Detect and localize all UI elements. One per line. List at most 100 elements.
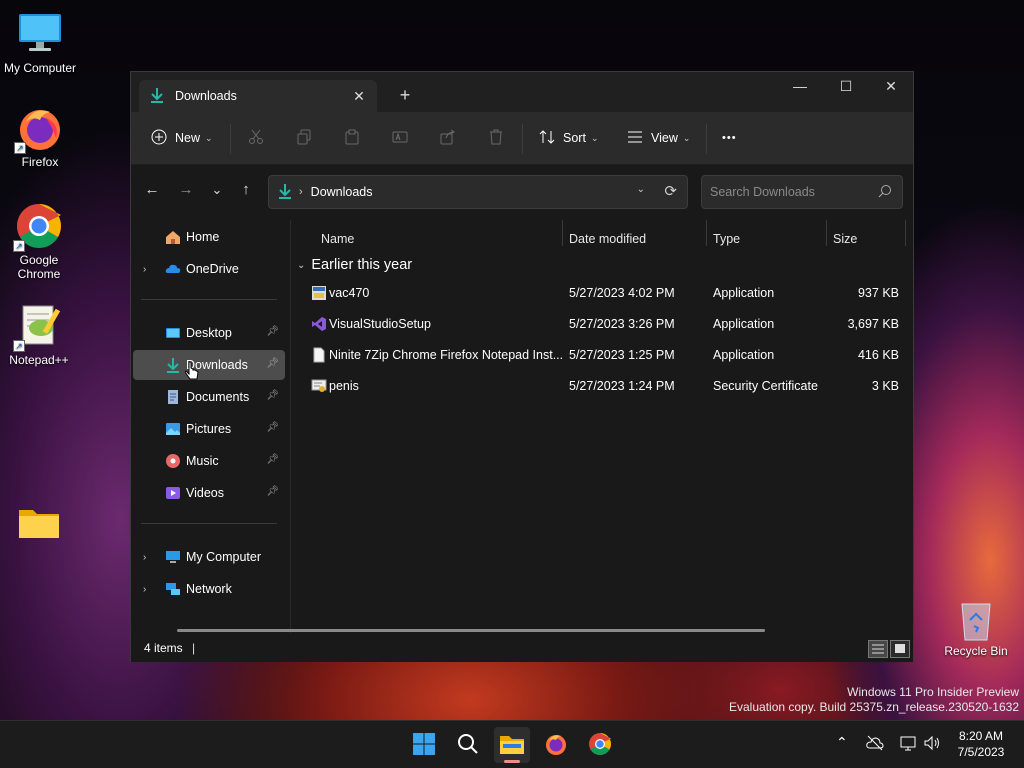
pin-icon[interactable]: 📌︎ <box>266 422 279 433</box>
certificate-icon <box>311 378 327 394</box>
sidebar-item-onedrive[interactable]: › OneDrive <box>133 254 285 284</box>
sidebar-item-music[interactable]: Music 📌︎ <box>133 446 285 476</box>
taskbar-firefox[interactable] <box>538 727 574 763</box>
clock[interactable]: 8:20 AM 7/5/2023 <box>948 728 1014 760</box>
tab-downloads[interactable]: Downloads ✕ <box>139 80 377 112</box>
recent-locations-button[interactable]: ⌄ <box>206 179 228 201</box>
paste-button[interactable] <box>344 124 360 152</box>
desktop-icon-recycle-bin[interactable]: Recycle Bin <box>938 598 1014 658</box>
videos-icon <box>165 485 181 501</box>
up-button[interactable]: ↑ <box>235 179 257 201</box>
horizontal-scrollbar[interactable] <box>177 629 765 632</box>
pin-icon[interactable]: 📌︎ <box>266 326 279 337</box>
sort-button-label: Sort <box>563 131 586 145</box>
downloads-icon <box>149 87 165 106</box>
sidebar-item-my-computer[interactable]: › My Computer <box>133 542 285 572</box>
search-input[interactable] <box>702 176 872 208</box>
copy-icon <box>296 129 312 148</box>
copy-button[interactable] <box>296 124 312 152</box>
volume-icon[interactable] <box>923 735 941 754</box>
chevron-right-icon[interactable]: › <box>143 584 146 595</box>
address-bar[interactable]: › Downloads ⌄ ⟳ <box>268 175 688 209</box>
desktop-icon-my-computer[interactable]: My Computer <box>0 10 80 75</box>
file-row[interactable]: vac470 5/27/2023 4:02 PM Application 937… <box>291 278 913 309</box>
sidebar-item-label: Music <box>186 454 219 468</box>
chevron-down-icon: ⌄ <box>682 132 691 143</box>
sort-icon <box>539 129 555 148</box>
file-row[interactable]: penis 5/27/2023 1:24 PM Security Certifi… <box>291 371 913 402</box>
new-button[interactable]: New ⌄ <box>151 124 213 152</box>
cloud-offline-icon[interactable] <box>866 735 884 754</box>
delete-button[interactable] <box>488 124 504 152</box>
file-row[interactable]: Ninite 7Zip Chrome Firefox Notepad Inst.… <box>291 340 913 371</box>
home-icon <box>165 229 181 245</box>
file-name: VisualStudioSetup <box>329 317 431 331</box>
sidebar-item-label: Pictures <box>186 422 232 436</box>
see-more-button[interactable]: ••• <box>722 124 737 152</box>
rename-button[interactable] <box>392 124 408 152</box>
taskbar-chrome[interactable] <box>582 727 618 763</box>
file-size: 3,697 KB <box>847 317 899 331</box>
file-row[interactable]: VisualStudioSetup 5/27/2023 3:26 PM Appl… <box>291 309 913 340</box>
network-icon <box>165 581 181 597</box>
sidebar-divider <box>141 299 277 300</box>
minimize-button[interactable]: — <box>777 72 823 102</box>
breadcrumb-separator: › <box>299 186 303 198</box>
column-header-name[interactable]: Name <box>321 224 354 254</box>
chevron-right-icon[interactable]: › <box>143 552 146 563</box>
start-button[interactable] <box>406 727 442 763</box>
details-view-icon <box>869 644 887 660</box>
sidebar-item-documents[interactable]: Documents 📌︎ <box>133 382 285 412</box>
desktop-icon-notepadpp[interactable]: ↗ Notepad++ <box>0 302 79 367</box>
clipboard-icon <box>344 129 360 148</box>
close-tab-button[interactable]: ✕ <box>347 88 371 105</box>
chevron-right-icon[interactable]: › <box>143 264 146 275</box>
sidebar-item-desktop[interactable]: Desktop 📌︎ <box>133 318 285 348</box>
file-name: vac470 <box>329 286 370 300</box>
sidebar-item-home[interactable]: Home <box>133 222 285 252</box>
sidebar-item-network[interactable]: › Network <box>133 574 285 604</box>
desktop-icon-chrome[interactable]: ↗ Google Chrome <box>0 202 79 281</box>
documents-icon <box>165 389 181 405</box>
taskbar-search-button[interactable] <box>450 727 486 763</box>
desktop-icon-firefox[interactable]: ↗ Firefox <box>0 104 80 169</box>
pin-icon[interactable]: 📌︎ <box>266 486 279 497</box>
details-view-button[interactable] <box>868 640 888 658</box>
desktop-icon-label: Notepad++ <box>9 353 69 367</box>
navigation-pane: Home › OneDrive Desktop 📌︎ Downloads 📌︎ … <box>131 220 291 633</box>
group-header[interactable]: ⌄ Earlier this year <box>297 254 412 276</box>
monitor-icon <box>16 10 64 58</box>
breadcrumb-downloads[interactable]: Downloads <box>311 185 373 199</box>
refresh-icon[interactable]: ⟳ <box>664 182 677 200</box>
show-hidden-icons-button[interactable]: ⌃ <box>836 734 848 751</box>
close-window-button[interactable]: ✕ <box>868 72 914 102</box>
tiles-view-button[interactable] <box>890 640 910 658</box>
taskbar-file-explorer[interactable] <box>494 727 530 763</box>
pin-icon[interactable]: 📌︎ <box>266 358 279 369</box>
sort-button[interactable]: Sort ⌄ <box>539 124 598 152</box>
sidebar-item-downloads[interactable]: Downloads 📌︎ <box>133 350 285 380</box>
cut-button[interactable] <box>248 124 264 152</box>
column-header-date[interactable]: Date modified <box>569 224 646 254</box>
column-header-size[interactable]: Size <box>833 224 857 254</box>
chevron-down-icon[interactable]: ⌄ <box>637 184 645 195</box>
desktop-icon-label: Firefox <box>21 155 59 169</box>
network-icon[interactable] <box>899 735 917 754</box>
search-box[interactable] <box>701 175 903 209</box>
forward-button[interactable]: → <box>175 179 197 201</box>
sidebar-item-videos[interactable]: Videos 📌︎ <box>133 478 285 508</box>
back-button[interactable]: ← <box>141 179 163 201</box>
view-button[interactable]: View ⌄ <box>627 124 690 152</box>
new-tab-button[interactable]: + <box>393 84 417 108</box>
sidebar-item-pictures[interactable]: Pictures 📌︎ <box>133 414 285 444</box>
chevron-down-icon: ⌄ <box>297 259 306 271</box>
column-header-type[interactable]: Type <box>713 224 740 254</box>
share-button[interactable] <box>440 124 456 152</box>
maximize-button[interactable]: ☐ <box>823 72 869 102</box>
group-label: Earlier this year <box>311 257 413 273</box>
file-name: penis <box>329 379 359 393</box>
desktop-icon-folder[interactable] <box>0 498 79 549</box>
pin-icon[interactable]: 📌︎ <box>266 390 279 401</box>
desktop-icon-label: My Computer <box>3 61 77 75</box>
pin-icon[interactable]: 📌︎ <box>266 454 279 465</box>
